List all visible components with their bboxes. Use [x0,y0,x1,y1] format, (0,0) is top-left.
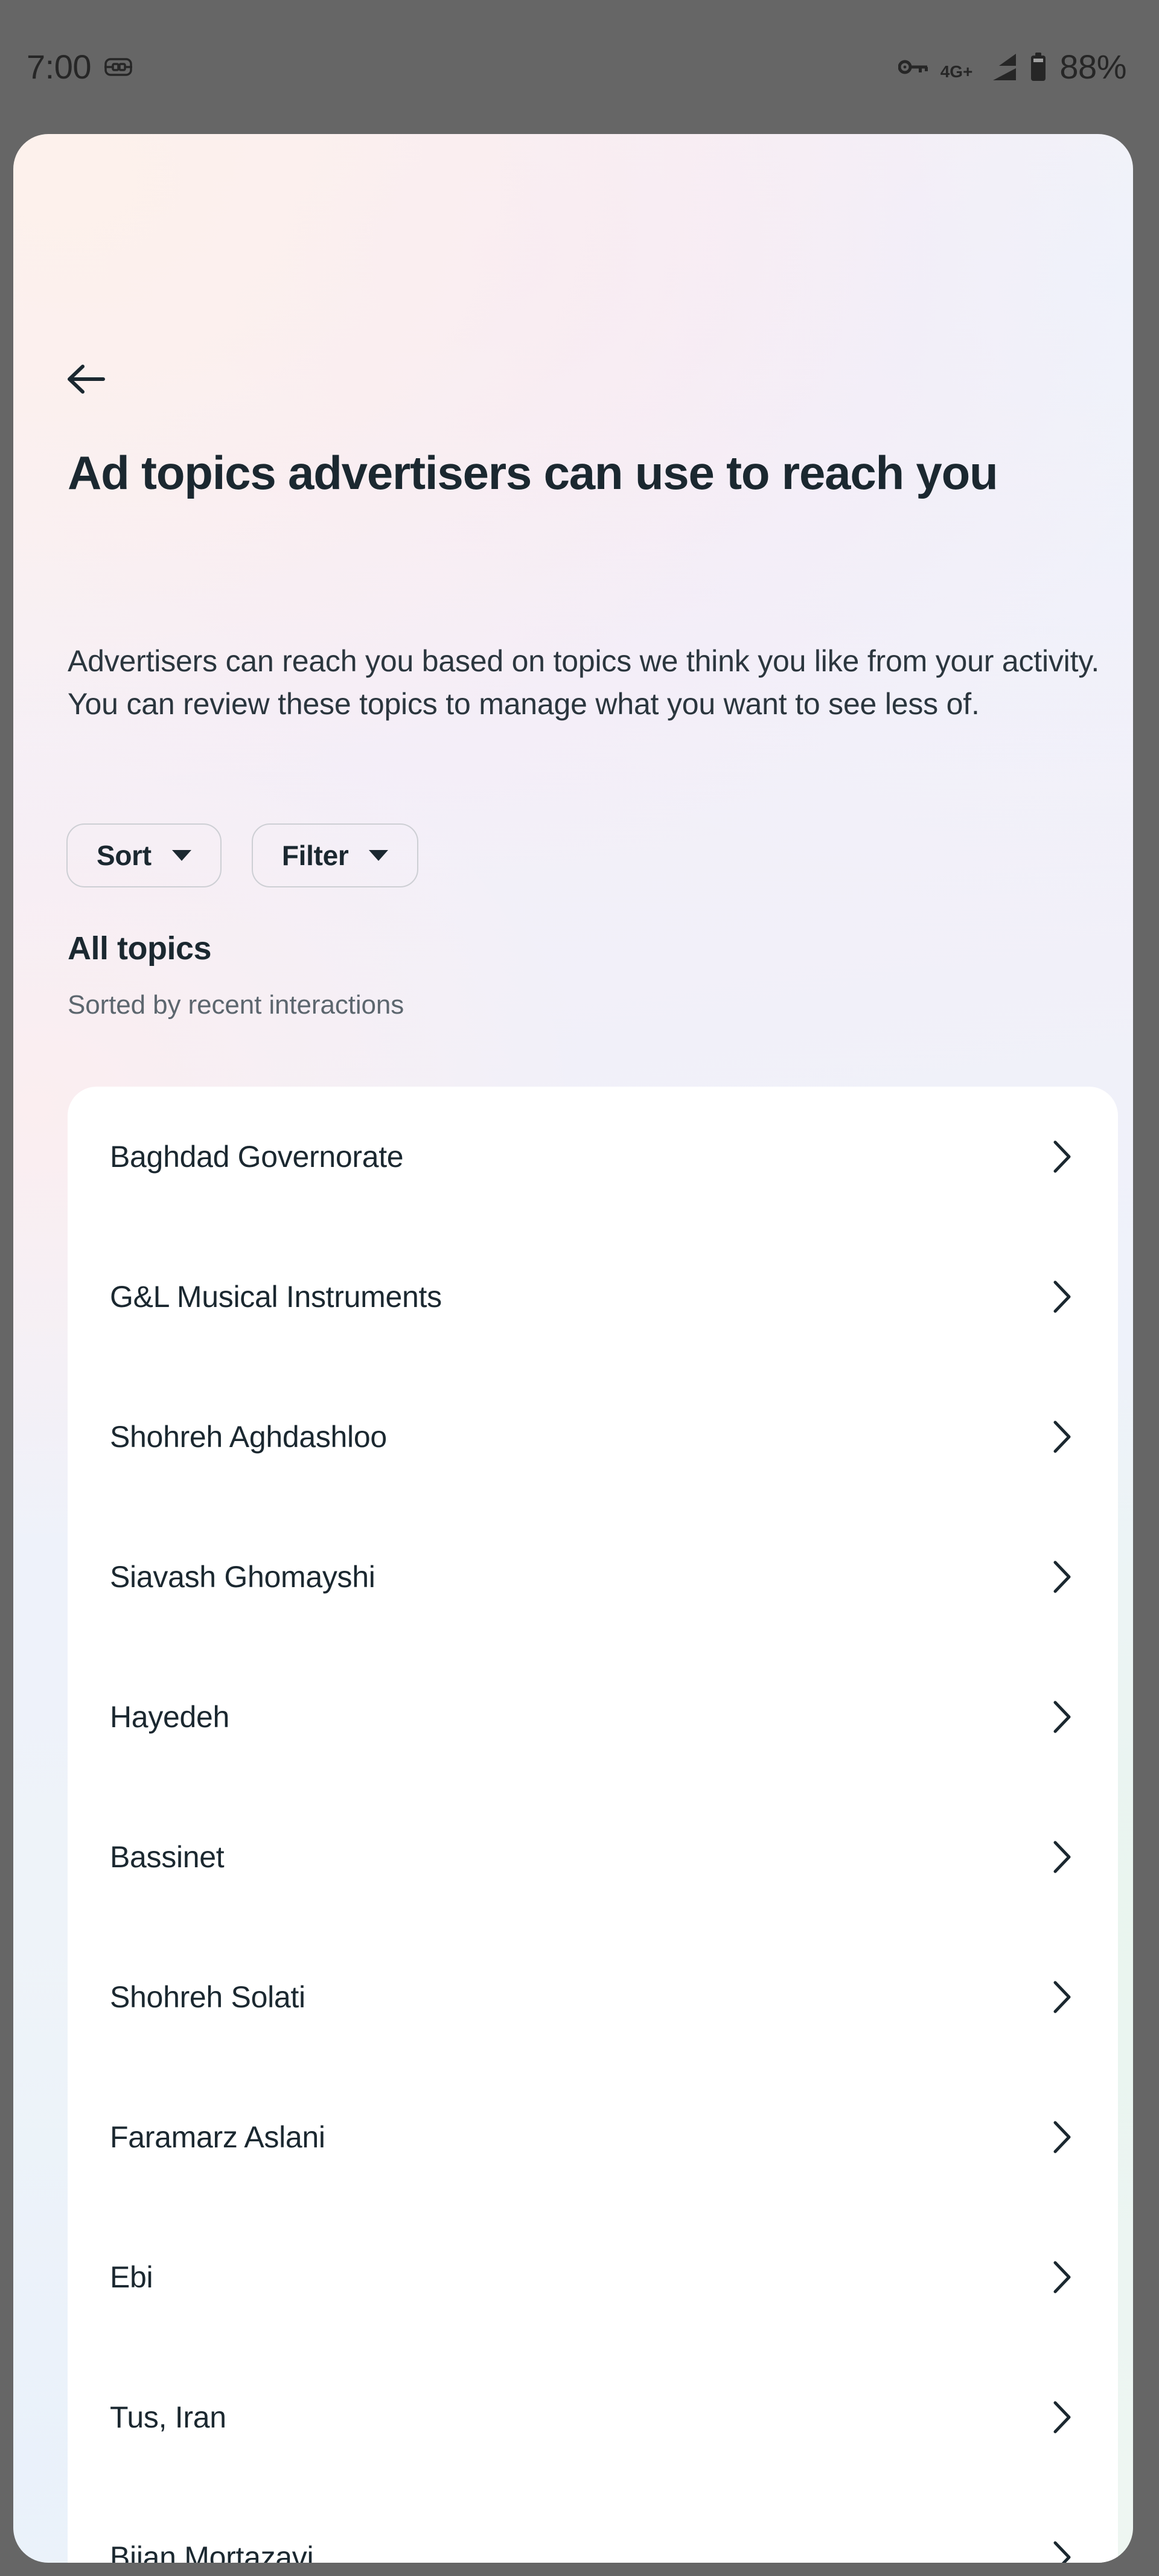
list-item[interactable]: Siavash Ghomayshi [68,1507,1118,1647]
chevron-right-icon [1048,2121,1077,2153]
chevron-right-icon [1048,2261,1077,2293]
filter-button[interactable]: Filter [251,823,419,887]
list-item-label: G&L Musical Instruments [110,1280,442,1314]
list-item-label: Shohreh Aghdashloo [110,1420,387,1454]
list-item-label: Hayedeh [110,1700,230,1734]
back-button[interactable] [57,350,115,408]
signal-bars-icon [985,53,1017,81]
list-item[interactable]: Shohreh Aghdashloo [68,1367,1118,1507]
status-bar: 7:00 4G+ 88% [0,0,1159,134]
chevron-down-icon [171,850,191,861]
chevron-down-icon [369,850,389,861]
battery-icon [1029,53,1047,81]
chevron-right-icon [1048,1561,1077,1593]
sort-button-label: Sort [97,840,152,871]
list-item[interactable]: Shohreh Solati [68,1927,1118,2067]
list-item-label: Faramarz Aslani [110,2120,325,2154]
list-item-label: Shohreh Solati [110,1980,305,2014]
key-icon [898,58,928,76]
chevron-right-icon [1048,1140,1077,1173]
network-type-label: 4G+ [940,62,973,81]
chevron-right-icon [1048,1421,1077,1453]
list-item-label: Tus, Iran [110,2400,226,2434]
list-item[interactable]: Baghdad Governorate [68,1087,1118,1227]
chevron-right-icon [1048,1701,1077,1733]
chevron-right-icon [1048,1280,1077,1313]
list-item[interactable]: Bijan Mortazavi [68,2487,1118,2563]
list-item[interactable]: G&L Musical Instruments [68,1227,1118,1367]
list-item[interactable]: Ebi [68,2207,1118,2347]
list-item-label: Ebi [110,2260,153,2294]
chevron-right-icon [1048,2541,1077,2563]
status-bar-clock: 7:00 [27,48,92,86]
list-item-label: Bassinet [110,1840,225,1874]
list-item-label: Siavash Ghomayshi [110,1560,375,1594]
section-subtitle: Sorted by recent interactions [68,990,404,1020]
sim-card-icon [104,57,132,77]
arrow-left-icon [66,362,106,396]
status-bar-left: 7:00 [27,50,132,84]
list-item-label: Bijan Mortazavi [110,2540,314,2563]
page-card: Ad topics advertisers can use to reach y… [13,134,1133,2563]
topics-list: Baghdad Governorate G&L Musical Instrumen… [68,1087,1118,2563]
filter-button-label: Filter [281,840,349,871]
status-bar-right: 4G+ 88% [898,50,1126,84]
chevron-right-icon [1048,1841,1077,1873]
list-item[interactable]: Tus, Iran [68,2347,1118,2487]
list-item[interactable]: Bassinet [68,1787,1118,1927]
list-item-label: Baghdad Governorate [110,1140,404,1174]
sort-button[interactable]: Sort [66,823,222,887]
page-title: Ad topics advertisers can use to reach y… [68,446,998,499]
list-item[interactable]: Hayedeh [68,1647,1118,1787]
chevron-right-icon [1048,1981,1077,2013]
list-item[interactable]: Faramarz Aslani [68,2067,1118,2207]
section-title: All topics [68,930,212,967]
filter-controls-row: Sort Filter [66,823,419,887]
page-description: Advertisers can reach you based on topic… [68,644,1100,721]
battery-percentage-label: 88% [1059,48,1126,86]
chevron-right-icon [1048,2401,1077,2434]
